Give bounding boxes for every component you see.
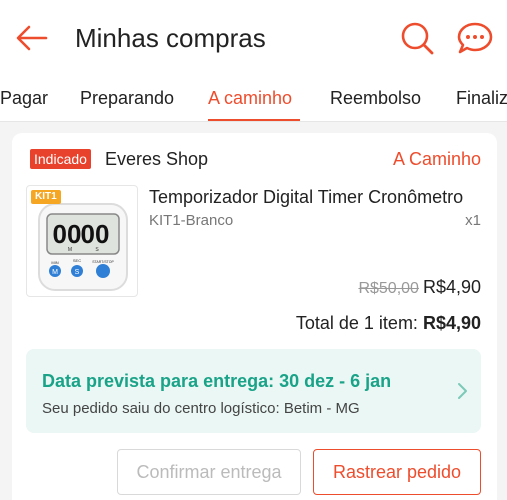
page-title: Minhas compras — [75, 23, 266, 53]
tab-reembolso[interactable]: Reembolso — [330, 86, 421, 110]
timer-display-minutes: 00 — [53, 219, 82, 249]
timer-label-sec: SEC — [73, 258, 81, 263]
confirm-delivery-button[interactable]: Confirmar entrega — [117, 449, 301, 495]
order-status: A Caminho — [392, 149, 481, 169]
original-price: R$50,00 — [358, 280, 419, 297]
product-variant: KIT1-Branco — [149, 212, 234, 229]
timer-display-seconds: 00 — [81, 219, 110, 249]
timer-button-s: S — [75, 269, 80, 276]
search-icon — [401, 22, 434, 55]
product-image[interactable]: 00 00 M S MIN SEC START/STOP M S KIT1 — [26, 185, 138, 297]
timer-label-start: START/STOP — [92, 260, 114, 264]
sale-price: R$4,90 — [422, 277, 481, 297]
active-tab-indicator — [208, 119, 300, 121]
order-total: Total de 1 item: R$4,90 — [296, 311, 481, 335]
back-button[interactable] — [14, 20, 50, 56]
chat-icon — [457, 22, 493, 54]
track-order-button[interactable]: Rastrear pedido — [313, 449, 481, 495]
arrow-left-icon — [16, 25, 48, 51]
chevron-right-icon — [458, 383, 467, 399]
timer-label-min: MIN — [51, 260, 58, 265]
chat-button[interactable] — [456, 20, 494, 56]
total-label: Total de 1 item: — [295, 313, 418, 333]
delivery-estimate: Data prevista para entrega: 30 dez - 6 j… — [42, 371, 392, 391]
tab-pagar[interactable]: Pagar — [0, 86, 48, 110]
product-image-tag: KIT1 — [31, 190, 61, 204]
timer-display-m: M — [68, 247, 72, 253]
shop-name[interactable]: Everes Shop — [105, 147, 208, 171]
product-name[interactable]: Temporizador Digital Timer Cronômetro — [149, 185, 482, 209]
product-prices: R$50,00 R$4,90 — [358, 275, 481, 301]
order-card[interactable]: Indicado Everes Shop A Caminho 00 00 M S… — [12, 133, 497, 500]
top-bar: Minhas compras — [0, 0, 507, 76]
shop-badge: Indicado — [30, 149, 91, 169]
timer-button-m: M — [52, 269, 58, 276]
search-button[interactable] — [399, 20, 435, 56]
total-value: R$4,90 — [422, 313, 481, 333]
delivery-status: Seu pedido saiu do centro logístico: Bet… — [42, 400, 360, 417]
tab-finalizado[interactable]: Finaliz — [456, 86, 507, 110]
delivery-info[interactable]: Data prevista para entrega: 30 dez - 6 j… — [26, 349, 481, 433]
order-status-tabs: Pagar Preparando A caminho Reembolso Fin… — [0, 76, 507, 122]
tab-preparando[interactable]: Preparando — [80, 86, 174, 110]
product-quantity: x1 — [465, 212, 481, 229]
tab-a-caminho[interactable]: A caminho — [208, 86, 292, 110]
